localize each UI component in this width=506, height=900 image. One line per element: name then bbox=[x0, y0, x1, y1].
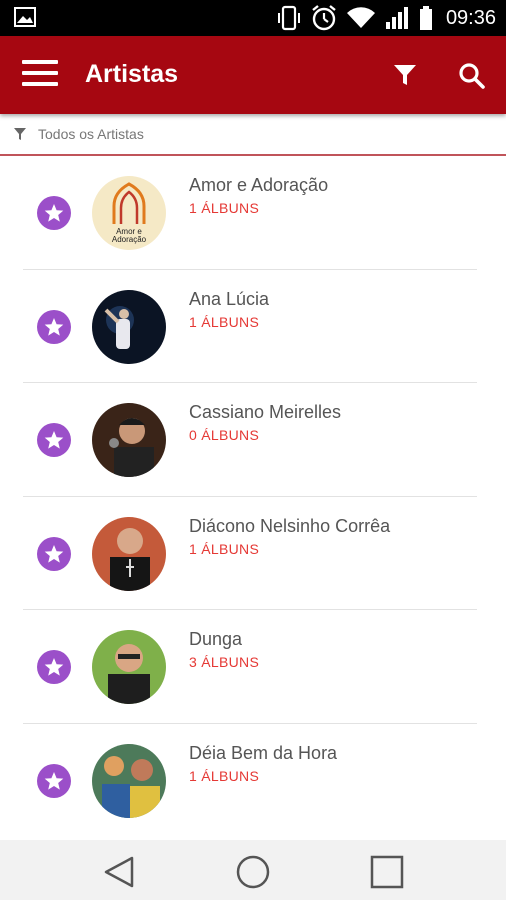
list-item[interactable]: Ana Lúcia 1 ÁLBUNS bbox=[0, 270, 506, 383]
star-icon bbox=[44, 658, 64, 676]
star-icon bbox=[44, 544, 64, 563]
album-count: 3 ÁLBUNS bbox=[189, 654, 260, 670]
star-icon bbox=[44, 431, 64, 449]
search-icon[interactable] bbox=[458, 62, 486, 90]
artist-name: Amor e Adoração bbox=[189, 175, 329, 195]
alarm-icon bbox=[312, 5, 336, 31]
album-count: 1 ÁLBUNS bbox=[189, 540, 260, 557]
list-item[interactable]: Déia Bem da Hora 1 ÁLBUNS bbox=[0, 724, 506, 838]
album-count: 1 ÁLBUNS bbox=[189, 767, 260, 784]
star-icon bbox=[44, 204, 64, 222]
clock: 09:36 bbox=[445, 6, 496, 29]
page-title: Artistas bbox=[85, 60, 179, 88]
recent-apps-icon[interactable] bbox=[367, 852, 407, 892]
artist-avatar bbox=[92, 630, 166, 704]
filter-bar[interactable]: Todos os Artistas bbox=[0, 114, 506, 156]
artist-avatar: Amor e Adoração bbox=[92, 176, 166, 250]
svg-text:Adoração: Adoração bbox=[112, 235, 147, 244]
status-bar: 09:36 bbox=[0, 0, 506, 36]
battery-icon bbox=[419, 6, 432, 30]
artist-name: Dunga bbox=[189, 629, 243, 649]
artist-name: Diácono Nelsinho Corrêa bbox=[189, 515, 391, 536]
home-icon[interactable] bbox=[233, 852, 273, 892]
filter-label: Todos os Artistas bbox=[38, 126, 144, 142]
wifi-icon bbox=[346, 7, 375, 29]
phone-vibrate-icon bbox=[277, 5, 300, 31]
album-count: 1 ÁLBUNS bbox=[189, 200, 260, 216]
favorite-star-button[interactable] bbox=[37, 423, 71, 457]
star-icon bbox=[44, 317, 64, 336]
app-bar: Artistas bbox=[0, 36, 506, 114]
artist-name: Déia Bem da Hora bbox=[189, 742, 338, 763]
favorite-star-button[interactable] bbox=[37, 196, 71, 230]
list-item[interactable]: Cassiano Meirelles 0 ÁLBUNS bbox=[0, 383, 506, 497]
signal-icon bbox=[385, 7, 408, 29]
artist-list: Amor e Adoração Amor e Adoração 1 ÁLBUNS… bbox=[0, 156, 506, 837]
favorite-star-button[interactable] bbox=[37, 309, 71, 344]
favorite-star-button[interactable] bbox=[37, 763, 71, 798]
list-item[interactable]: Amor e Adoração Amor e Adoração 1 ÁLBUNS bbox=[0, 156, 506, 270]
artist-name: Cassiano Meirelles bbox=[189, 402, 342, 422]
filter-icon[interactable] bbox=[392, 62, 418, 88]
star-icon bbox=[44, 771, 64, 790]
artist-avatar bbox=[92, 289, 166, 364]
favorite-star-button[interactable] bbox=[37, 650, 71, 684]
menu-icon bbox=[22, 60, 58, 64]
list-item[interactable]: Dunga 3 ÁLBUNS bbox=[0, 610, 506, 724]
amor-adoracao-logo: Amor e Adoração bbox=[92, 176, 166, 250]
gallery-notification-icon bbox=[14, 7, 36, 27]
filter-small-icon bbox=[14, 128, 26, 140]
album-count: 0 ÁLBUNS bbox=[189, 427, 260, 443]
artist-avatar bbox=[92, 516, 166, 591]
navigation-bar bbox=[0, 840, 506, 900]
favorite-star-button[interactable] bbox=[37, 536, 71, 571]
artist-name: Ana Lúcia bbox=[189, 288, 270, 309]
artist-avatar bbox=[92, 403, 166, 477]
artist-avatar bbox=[92, 743, 166, 818]
menu-button[interactable] bbox=[22, 60, 58, 90]
album-count: 1 ÁLBUNS bbox=[189, 313, 260, 330]
list-item[interactable]: Diácono Nelsinho Corrêa 1 ÁLBUNS bbox=[0, 497, 506, 610]
back-icon[interactable] bbox=[100, 852, 140, 892]
